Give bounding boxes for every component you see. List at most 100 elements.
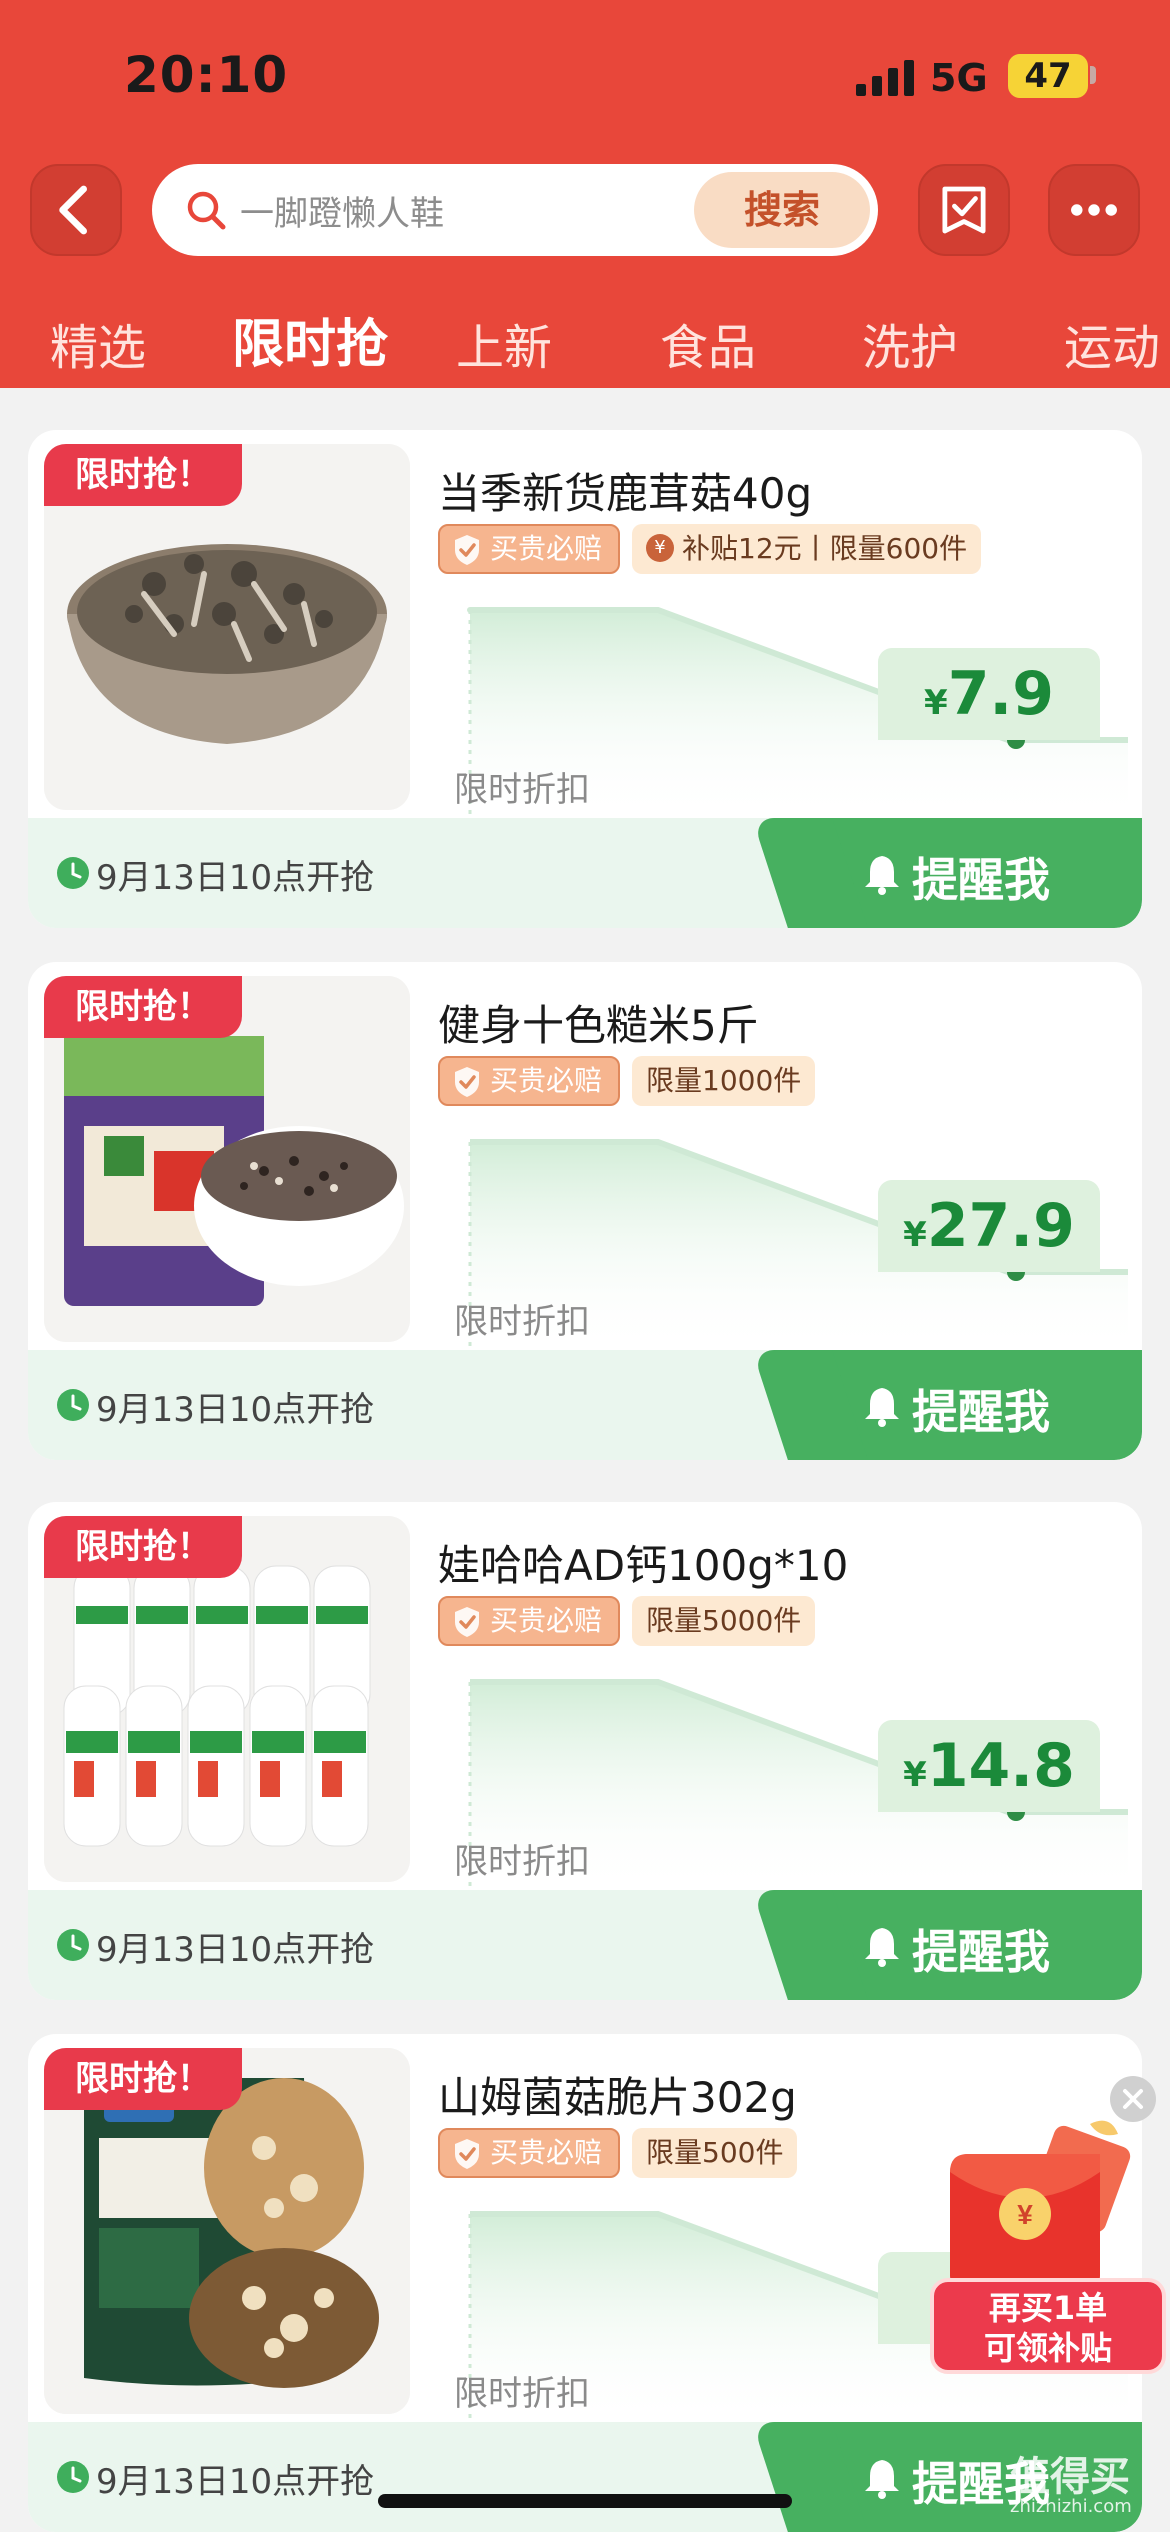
more-options-button[interactable] [1048,164,1140,256]
sale-start-time: 9月13日10点开抢 [96,858,375,898]
guarantee-label: 买贵必赔 [490,1604,603,1637]
bell-icon [865,856,899,895]
status-bar: 20:10 5G 47 [0,0,1170,150]
network-type: 5G [930,56,988,100]
limit-label: 补贴12元丨限量600件 [682,532,968,565]
tab-sports[interactable]: 运动 [1064,308,1160,378]
remind-me-label: 提醒我 [912,1385,1050,1439]
remind-me-button[interactable]: 提醒我 [752,1350,1142,1460]
battery-level: 47 [1008,54,1088,98]
guarantee-label: 买贵必赔 [490,1064,603,1097]
buy-again-subsidy-button[interactable]: 再买1单 可领补贴 [930,2278,1166,2374]
favorites-button[interactable] [918,164,1010,256]
price-value: 7.9 [947,659,1054,729]
chevron-left-icon [59,185,87,235]
bell-icon [865,2460,899,2499]
price-guarantee-badge: 买贵必赔 [438,524,621,574]
category-tabs: 精选 限时抢 上新 食品 洗护 运动 [0,296,1170,388]
nav-row: 一脚蹬懒人鞋 搜索 [0,160,1170,260]
shield-check-icon [455,1067,479,1097]
bell-icon [865,1928,899,1967]
promo-line-1: 再买1单 [988,2289,1108,2327]
home-indicator[interactable] [378,2494,792,2508]
clock-icon [57,1929,89,1961]
price-guarantee-badge: 买贵必赔 [438,1596,621,1646]
limit-label: 限量500件 [646,2136,784,2169]
product-title[interactable]: 当季新货鹿茸菇40g [438,460,812,521]
limit-label: 限量5000件 [646,1604,802,1637]
packet-symbol: ¥ [1017,2199,1033,2230]
bell-icon [865,1388,899,1427]
clock-icon [57,857,89,889]
price-guarantee-badge: 买贵必赔 [438,1056,621,1106]
shield-check-icon [455,2139,479,2169]
price-tag: ¥14.8 [878,1720,1100,1812]
search-bar[interactable]: 一脚蹬懒人鞋 搜索 [152,164,878,256]
tab-flash-sale[interactable]: 限时抢 [232,302,388,377]
shield-check-icon [455,535,479,565]
remind-me-button[interactable]: 提醒我 [752,1890,1142,2000]
status-time: 20:10 [124,46,289,104]
product-badges: 买贵必赔 限量1000件 [438,1056,816,1108]
product-badges: 买贵必赔 限量500件 [438,2128,798,2180]
currency-symbol: ¥ [903,1215,927,1255]
search-button[interactable]: 搜索 [694,172,870,248]
currency-symbol: ¥ [903,1755,927,1795]
price-guarantee-badge: 买贵必赔 [438,2128,621,2178]
tab-personal-care[interactable]: 洗护 [862,308,958,378]
cellular-signal-icon [856,60,914,96]
more-dots-icon [1071,204,1117,216]
limit-badge: 限量1000件 [632,1056,816,1106]
trend-label: 限时折扣 [454,770,590,810]
sale-start-time: 9月13日10点开抢 [96,2462,375,2502]
flash-sale-tag: 限时抢！ [44,444,242,506]
remind-button-slant [752,818,868,928]
card-footer: 9月13日10点开抢 提醒我 [28,2422,1142,2532]
tab-new-arrivals[interactable]: 上新 [456,308,552,378]
yen-coin-icon: ¥ [646,534,675,562]
bookmark-check-icon [942,186,986,234]
tab-featured[interactable]: 精选 [50,308,146,378]
product-title[interactable]: 娃哈哈AD钙100g*10 [438,1532,848,1593]
flash-sale-tag: 限时抢！ [44,1516,242,1578]
card-footer: 9月13日10点开抢 提醒我 [28,818,1142,928]
product-card[interactable]: 限时抢！ 娃哈哈AD钙100g*10 买贵必赔 限量5000件 限时折扣 ¥14… [28,1502,1142,2000]
tab-food[interactable]: 食品 [660,308,756,378]
product-badges: 买贵必赔 ¥ 补贴12元丨限量600件 [438,524,982,576]
card-footer: 9月13日10点开抢 提醒我 [28,1350,1142,1460]
remind-button-slant [752,1890,868,2000]
remind-button-slant [752,2422,868,2532]
clock-icon [57,1389,89,1421]
promo-line-2: 可领补贴 [983,2329,1112,2367]
product-title[interactable]: 山姆菌菇脆片302g [438,2064,797,2125]
price-tag: ¥7.9 [878,648,1100,740]
price-value: 14.8 [926,1731,1075,1801]
back-button[interactable] [30,164,122,256]
trend-label: 限时折扣 [454,2374,590,2414]
limit-badge: 限量500件 [632,2128,798,2178]
product-card[interactable]: 限时抢！ 当季新货鹿茸菇40g 买贵必赔 ¥ 补贴12元丨限量600件 限时折扣 … [28,430,1142,928]
watermark-sub: zhizhizhi.com [1010,2496,1132,2517]
product-badges: 买贵必赔 限量5000件 [438,1596,816,1648]
sale-start-time: 9月13日10点开抢 [96,1390,375,1430]
sale-start-time: 9月13日10点开抢 [96,1930,375,1970]
price-value: 27.9 [926,1191,1075,1261]
remind-button-slant [752,1350,868,1460]
limit-badge: 限量5000件 [632,1596,816,1646]
remind-me-button[interactable]: 提醒我 [752,818,1142,928]
guarantee-label: 买贵必赔 [490,532,603,565]
card-footer: 9月13日10点开抢 提醒我 [28,1890,1142,2000]
trend-label: 限时折扣 [454,1302,590,1342]
remind-me-label: 提醒我 [912,1925,1050,1979]
red-packet-icon[interactable]: ¥ [940,2114,1140,2304]
currency-symbol: ¥ [924,683,948,723]
flash-sale-tag: 限时抢！ [44,2048,242,2110]
remind-me-label: 提醒我 [912,853,1050,907]
search-input[interactable]: 一脚蹬懒人鞋 [240,186,444,235]
guarantee-label: 买贵必赔 [490,2136,603,2169]
product-title[interactable]: 健身十色糙米5斤 [438,992,759,1053]
limit-label: 限量1000件 [646,1064,802,1097]
subsidy-limit-badge: ¥ 补贴12元丨限量600件 [632,524,982,574]
product-card[interactable]: 限时抢！ 健身十色糙米5斤 买贵必赔 限量1000件 限时折扣 ¥27.9 9月… [28,962,1142,1460]
watermark-main: 值得买 [1010,2454,1130,2500]
